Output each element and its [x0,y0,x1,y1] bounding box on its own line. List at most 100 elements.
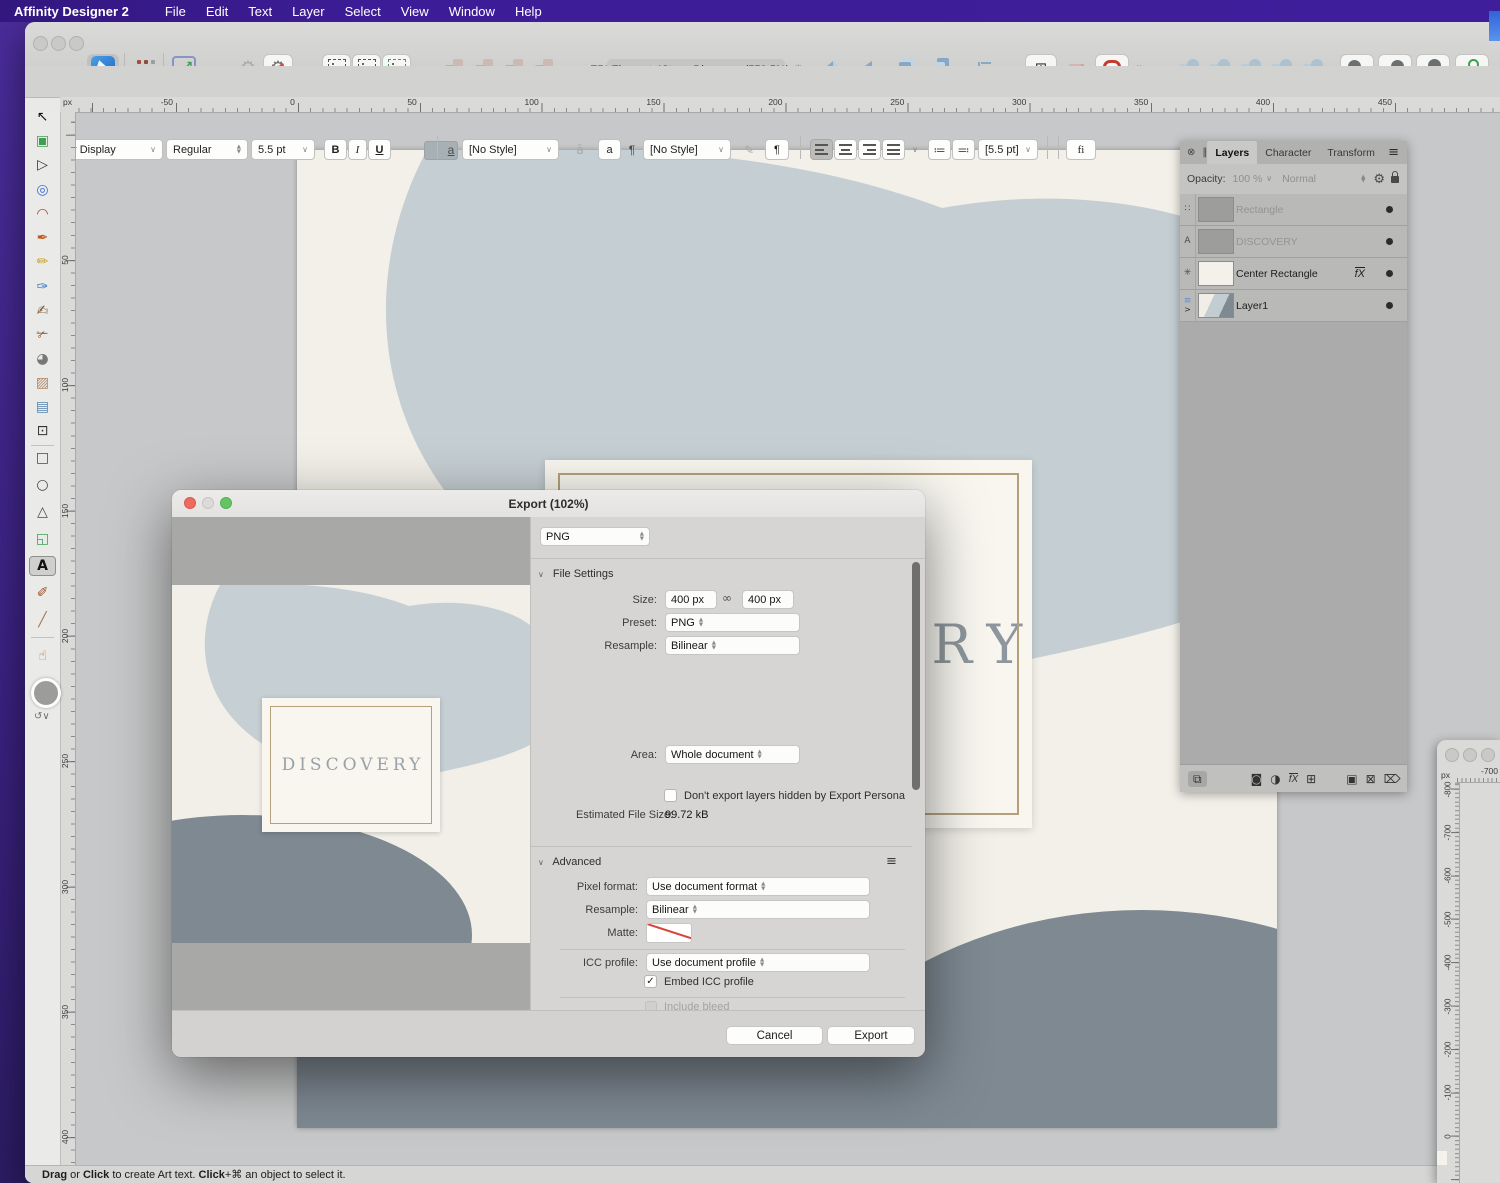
ellipse-tool[interactable]: ○ [29,475,56,495]
fill-tool[interactable]: ◕ [29,349,56,369]
bullet-list-button[interactable]: ≔ [928,139,951,160]
resample-select[interactable]: Bilinear ▲▼ [665,636,800,655]
menu-text[interactable]: Text [248,4,272,19]
show-special-characters-button[interactable]: ¶ [765,139,789,160]
vertical-ruler[interactable]: 50100150200250300350400 [60,112,76,1165]
style-picker-tool[interactable]: ✐ [29,583,56,603]
advanced-section[interactable]: ∨ Advanced [538,856,601,868]
close-window-button[interactable] [1445,748,1459,762]
adjustment-layer-button[interactable]: ◑ [1270,773,1280,785]
format-select[interactable]: PNG ▲▼ [540,527,650,546]
menu-edit[interactable]: Edit [206,4,228,19]
gear-icon[interactable]: ⚙ [1373,173,1385,186]
measure-tool[interactable]: ╱ [29,610,56,630]
lock-icon[interactable] [1391,176,1399,183]
triangle-tool[interactable]: △ [29,502,56,522]
ligatures-button[interactable]: fi [1066,139,1096,160]
transparency-tool[interactable]: ▨ [29,373,56,393]
place-image-tool[interactable]: ▤ [29,397,56,417]
leading-select[interactable]: [5.5 pt] ∨ [978,139,1038,160]
alignment-dropdown[interactable]: ∨ [907,139,919,160]
chevron-down-icon[interactable]: ∨ [1266,175,1272,183]
horizontal-ruler[interactable]: -50050100150200250300350400450 [75,97,1500,113]
text-tool[interactable]: A [29,556,56,576]
underline-button[interactable]: U [368,139,391,160]
export-preview-pane[interactable]: DISCOVERY [172,517,530,1010]
hand-tool[interactable]: ☝ [29,646,56,666]
hidden-layers-checkbox[interactable] [664,789,677,802]
cancel-button[interactable]: Cancel [726,1026,823,1045]
adv-resample-select[interactable]: Bilinear ▲▼ [646,900,870,919]
app-menu[interactable]: Affinity Designer 2 [14,4,129,19]
blend-mode-select[interactable]: Normal [1282,173,1316,185]
width-field[interactable]: 400 px [665,590,717,609]
knife-tool[interactable]: ✃ [29,325,56,345]
height-field[interactable]: 400 px [742,590,794,609]
char-style-select[interactable]: [No Style] ∨ [462,139,559,160]
font-style-select[interactable]: Regular ▲▼ [166,139,248,160]
italic-button[interactable]: I [348,139,367,160]
delete-layer-button[interactable]: ⌦ [1384,773,1401,785]
menu-view[interactable]: View [401,4,429,19]
ruler-unit[interactable]: px [60,97,75,113]
area-select[interactable]: Whole document ▲▼ [665,745,800,764]
font-size-select[interactable]: 5.5 pt ∨ [251,139,315,160]
tab-layers[interactable]: Layers [1207,141,1257,164]
layer-stack-button[interactable]: ⧉ [1188,771,1207,787]
advanced-menu-icon[interactable]: ≡ [886,855,897,868]
secondary-document-window[interactable]: px -700 -800-700-600-500-400-300-200-100… [1437,740,1500,1183]
mask-layer-button[interactable]: ◙ [1251,773,1263,785]
menu-layer[interactable]: Layer [292,4,325,19]
char-color-button[interactable]: a [443,139,459,160]
menu-file[interactable]: File [165,4,186,19]
close-dialog-button[interactable] [184,497,196,509]
layer-row-rectangle[interactable]: ∷Rectangle [1180,194,1407,226]
move-tool[interactable]: ↖ [29,107,56,127]
layer-visibility-dot[interactable] [1386,238,1393,245]
layer-fx-badge[interactable]: fX [1355,267,1365,280]
rotate-view-icon[interactable]: ↺∨ [34,712,50,722]
embed-icc-checkbox[interactable]: ✓ [644,975,657,988]
vector-brush-tool[interactable]: ✑ [29,277,56,297]
matte-swatch[interactable] [646,923,692,943]
menu-help[interactable]: Help [515,4,542,19]
menu-select[interactable]: Select [345,4,381,19]
align-center-button[interactable] [834,139,857,160]
close-panel-icon[interactable]: ⊗ [1187,148,1195,158]
link-dimensions-icon[interactable]: ∞ [722,592,732,604]
minimize-window-button[interactable] [1463,748,1477,762]
pixel-format-select[interactable]: Use document format ▲▼ [646,877,870,896]
select-layer-button[interactable]: ⊠ [1366,773,1376,785]
zoom-dialog-button[interactable] [220,497,232,509]
panel-menu-icon[interactable]: ≡ [1388,146,1399,159]
pencil-tool[interactable]: ✏ [29,252,56,272]
crop-tool[interactable]: ⊡ [29,421,56,441]
shape-builder-tool[interactable]: ◱ [29,529,56,549]
numbered-list-button[interactable]: ≕ [952,139,975,160]
zoom-window-button[interactable] [69,36,84,51]
view-tool[interactable] [31,678,61,708]
layer-visibility-dot[interactable] [1386,302,1393,309]
tab-transform[interactable]: Transform [1319,143,1382,163]
export-button[interactable]: Export [827,1026,915,1045]
icc-select[interactable]: Use document profile ▲▼ [646,953,870,972]
add-layer-button[interactable]: ▣ [1346,773,1357,785]
bold-button[interactable]: B [324,139,347,160]
live-filter-button[interactable]: ⊞ [1306,773,1316,785]
opacity-value[interactable]: 100 % [1233,173,1263,185]
layer-effects-button[interactable]: fX [1289,773,1298,785]
rectangle-tool[interactable]: □ [29,448,56,468]
layer-visibility-dot[interactable] [1386,270,1393,277]
paragraph-style-select[interactable]: [No Style] ∨ [643,139,731,160]
artboard-tool[interactable]: ▣ [29,131,56,151]
zoom-window-button[interactable] [1481,748,1495,762]
file-settings-section[interactable]: ∨ File Settings [538,568,613,580]
close-window-button[interactable] [33,36,48,51]
layer-row-layer1[interactable]: ≡>Layer1 [1180,290,1407,322]
align-right-button[interactable] [858,139,881,160]
layer-visibility-dot[interactable] [1386,206,1393,213]
pen-tool[interactable]: ✒ [29,228,56,248]
layer-row-center-rectangle[interactable]: ✳Center RectanglefX [1180,258,1407,290]
expand-icon[interactable]: > [1184,306,1191,314]
align-left-button[interactable] [810,139,833,160]
